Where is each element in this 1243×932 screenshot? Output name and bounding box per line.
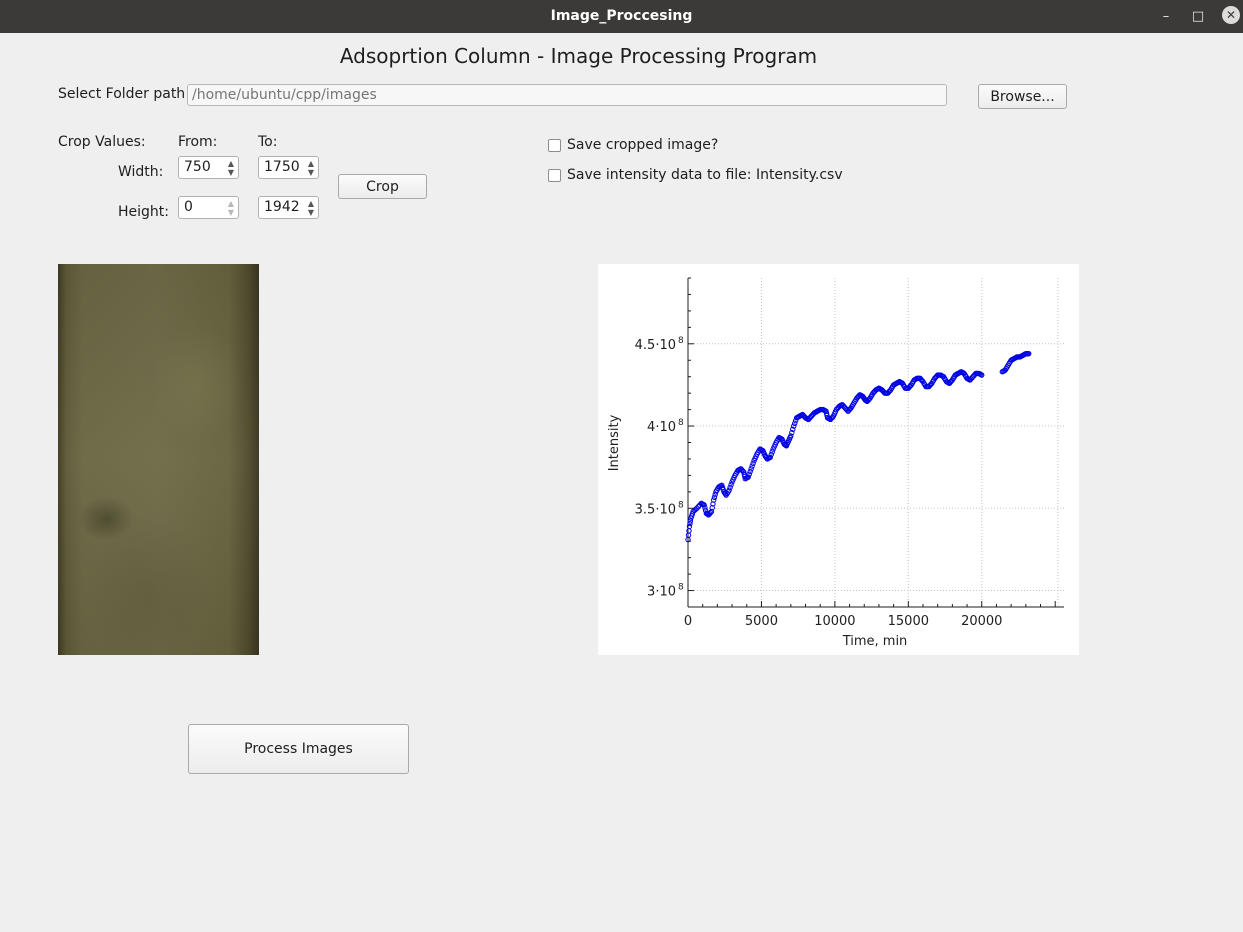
y-tick-label: 4.5·10 — [635, 338, 676, 353]
spin-arrows-icon[interactable]: ▲ ▼ — [224, 157, 238, 178]
close-icon[interactable]: ✕ — [1222, 6, 1240, 24]
data-point — [686, 528, 692, 534]
height-to-value: 1942 — [264, 199, 300, 215]
y-axis-label: Intensity — [607, 414, 622, 471]
data-point — [769, 449, 775, 455]
y-tick-label-exponent: 8 — [678, 418, 684, 428]
data-point — [748, 466, 754, 472]
data-point — [749, 463, 755, 469]
chart-axes: 0 5000 10000 15000 200003·10 83.5·10 84·10 84.5… — [635, 277, 1064, 629]
spin-arrows-icon[interactable]: ▲ ▼ — [224, 197, 238, 218]
x-tick-label: 5000 — [745, 614, 778, 629]
height-from-value: 0 — [184, 199, 193, 215]
save-intensity-label[interactable]: Save intensity data to file: Intensity.c… — [567, 167, 843, 183]
x-tick-label: 15000 — [888, 614, 929, 629]
width-from-spinbox[interactable]: 750 ▲ ▼ — [178, 156, 239, 179]
minimize-icon[interactable]: – — [1153, 4, 1179, 28]
column-image — [58, 264, 259, 655]
y-tick-label-exponent: 8 — [678, 583, 684, 593]
chart-series — [685, 350, 1032, 543]
y-tick-label-exponent: 8 — [678, 500, 684, 510]
x-tick-label: 0 — [684, 614, 692, 629]
crop-width-label: Width: — [118, 164, 164, 180]
spin-arrows-icon[interactable]: ▲ ▼ — [304, 157, 318, 178]
y-tick-label-exponent: 8 — [678, 336, 684, 346]
page-title: Adsoprtion Column - Image Processing Pro… — [339, 44, 818, 68]
maximize-icon[interactable]: □ — [1185, 4, 1211, 28]
width-from-value: 750 — [184, 159, 211, 175]
chart-grid — [687, 278, 1064, 607]
data-point — [727, 484, 733, 491]
data-point — [792, 420, 798, 427]
y-tick-label: 4·10 — [647, 420, 676, 435]
save-cropped-checkbox[interactable] — [548, 139, 561, 152]
browse-button[interactable]: Browse... — [978, 84, 1067, 109]
y-tick-label: 3.5·10 — [635, 502, 676, 517]
crop-height-label: Height: — [118, 204, 169, 220]
data-point — [728, 482, 734, 488]
process-images-button[interactable]: Process Images — [188, 724, 409, 774]
width-to-spinbox[interactable]: 1750 ▲ ▼ — [258, 156, 319, 179]
folder-path-input[interactable] — [187, 84, 947, 106]
window-title: Image_Proccesing — [550, 8, 693, 24]
folder-path-label: Select Folder path — [58, 86, 186, 102]
x-axis-label: Time, min — [842, 634, 908, 649]
height-from-spinbox[interactable]: 0 ▲ ▼ — [178, 196, 239, 219]
crop-from-label: From: — [178, 134, 218, 150]
save-cropped-label[interactable]: Save cropped image? — [567, 137, 718, 153]
x-tick-label: 20000 — [961, 614, 1002, 629]
save-intensity-checkbox[interactable] — [548, 169, 561, 182]
window-titlebar: Image_Proccesing – □ ✕ — [0, 0, 1243, 33]
crop-to-label: To: — [258, 134, 278, 150]
crop-button[interactable]: Crop — [338, 174, 427, 199]
spin-arrows-icon[interactable]: ▲ ▼ — [304, 197, 318, 218]
x-tick-label: 10000 — [814, 614, 855, 629]
intensity-chart: 0 5000 10000 15000 20000 3·10 8 3.5·10 8 4·10 8 4.5… — [598, 264, 1079, 655]
height-to-spinbox[interactable]: 1942 ▲ ▼ — [258, 196, 319, 219]
data-point — [747, 468, 753, 475]
y-tick-label: 3·10 — [647, 585, 676, 600]
width-to-value: 1750 — [264, 159, 300, 175]
intensity-chart-svg: 0 5000 10000 15000 200003·10 83.5·10 84·10 84.5… — [607, 277, 1064, 649]
data-point — [750, 460, 756, 467]
crop-values-label: Crop Values: — [58, 134, 146, 150]
